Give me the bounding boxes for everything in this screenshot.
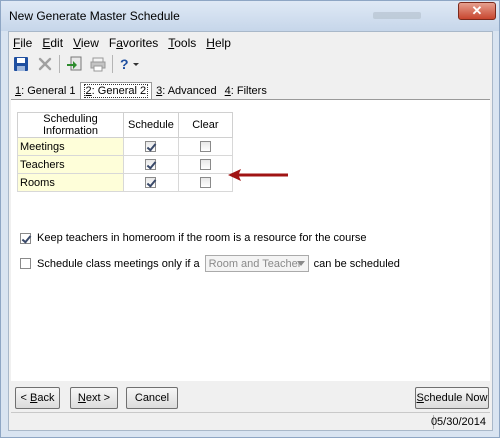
menu-favorites[interactable]: Favorites	[105, 34, 162, 52]
export-icon	[67, 56, 82, 71]
status-bar: 05/30/2014	[11, 412, 490, 430]
rooms-schedule-checkbox[interactable]	[145, 177, 157, 189]
menu-view[interactable]: View	[69, 34, 103, 52]
schedule-only-option: Schedule class meetings only if a Room a…	[20, 255, 400, 272]
clear-cell	[177, 137, 233, 156]
table-row: Meetings	[17, 137, 233, 156]
tab-general-1[interactable]: 1: General 1	[11, 82, 80, 99]
toolbar: ?	[11, 53, 149, 75]
schedule-only-prefix: Schedule class meetings only if a	[37, 257, 200, 270]
clear-cell	[177, 155, 233, 174]
meetings-clear-checkbox[interactable]	[199, 141, 211, 153]
menu-bar: File Edit View Favorites Tools Help	[9, 34, 237, 52]
menu-tools[interactable]: Tools	[164, 34, 200, 52]
keep-teachers-option: Keep teachers in homeroom if the room is…	[20, 232, 367, 244]
schedule-cell	[123, 173, 179, 192]
grid-header-row: Scheduling Information Schedule Clear	[17, 112, 233, 138]
schedule-only-suffix: can be scheduled	[313, 257, 400, 270]
table-row: Teachers	[17, 155, 233, 174]
tab-general-2[interactable]: 2: General 2	[79, 82, 153, 99]
clear-cell	[177, 173, 233, 192]
status-date: 05/30/2014	[430, 416, 486, 428]
next-button[interactable]: Next >	[70, 387, 118, 409]
room-teacher-select[interactable]: Room and Teacher	[204, 255, 309, 272]
keep-teachers-checkbox[interactable]	[20, 232, 31, 244]
print-button[interactable]	[88, 54, 108, 74]
keep-teachers-label: Keep teachers in homeroom if the room is…	[37, 232, 367, 244]
help-button[interactable]: ?	[117, 54, 145, 74]
menu-edit[interactable]: Edit	[38, 34, 67, 52]
chevron-down-icon	[296, 261, 305, 266]
column-header-clear: Clear	[177, 112, 233, 138]
schedule-now-button[interactable]: Schedule Now	[415, 387, 489, 409]
meetings-schedule-checkbox[interactable]	[145, 141, 157, 153]
scheduling-grid: Scheduling Information Schedule Clear Me…	[17, 112, 233, 192]
button-bar: < Back Next > Cancel Schedule Now	[11, 384, 490, 412]
dialog-client-area: File Edit View Favorites Tools Help ? 1:…	[8, 31, 493, 431]
delete-icon	[38, 57, 52, 71]
room-teacher-select-value: Room and Teacher	[208, 257, 302, 270]
cancel-button[interactable]: Cancel	[126, 387, 178, 409]
menu-help[interactable]: Help	[202, 34, 235, 52]
delete-button[interactable]	[35, 54, 55, 74]
title-bar[interactable]: New Generate Master Schedule ✕	[1, 1, 499, 31]
dialog-window: New Generate Master Schedule ✕ File Edit…	[0, 0, 500, 438]
close-button[interactable]: ✕	[458, 2, 496, 20]
toolbar-separator	[59, 55, 60, 73]
window-title: New Generate Master Schedule	[9, 9, 180, 23]
help-icon: ?	[120, 56, 139, 72]
close-icon: ✕	[471, 3, 483, 18]
column-header-schedule: Schedule	[123, 112, 179, 138]
rooms-clear-checkbox[interactable]	[199, 177, 211, 189]
blurred-title-text	[373, 12, 421, 19]
export-button[interactable]	[64, 54, 84, 74]
save-button[interactable]	[11, 54, 31, 74]
tab-panel-general-2: Scheduling Information Schedule Clear Me…	[11, 99, 490, 381]
schedule-cell	[123, 155, 179, 174]
row-label-meetings: Meetings	[17, 137, 124, 156]
table-row: Rooms	[17, 173, 233, 192]
row-label-teachers: Teachers	[17, 155, 124, 174]
svg-text:?: ?	[120, 56, 129, 72]
back-button[interactable]: < Back	[15, 387, 60, 409]
tab-filters[interactable]: 4: Filters	[221, 82, 271, 99]
tab-strip: 1: General 1 2: General 2 3: Advanced 4:…	[11, 82, 271, 100]
toolbar-separator	[112, 55, 113, 73]
schedule-cell	[123, 137, 179, 156]
print-icon	[90, 57, 106, 72]
column-header-scheduling-information: Scheduling Information	[17, 112, 124, 138]
tab-advanced[interactable]: 3: Advanced	[152, 82, 221, 99]
teachers-schedule-checkbox[interactable]	[145, 159, 157, 171]
annotation-arrow-icon	[228, 169, 288, 181]
teachers-clear-checkbox[interactable]	[199, 159, 211, 171]
save-icon	[14, 57, 28, 71]
schedule-only-checkbox[interactable]	[20, 258, 31, 269]
menu-file[interactable]: File	[9, 34, 36, 52]
row-label-rooms: Rooms	[17, 173, 124, 192]
